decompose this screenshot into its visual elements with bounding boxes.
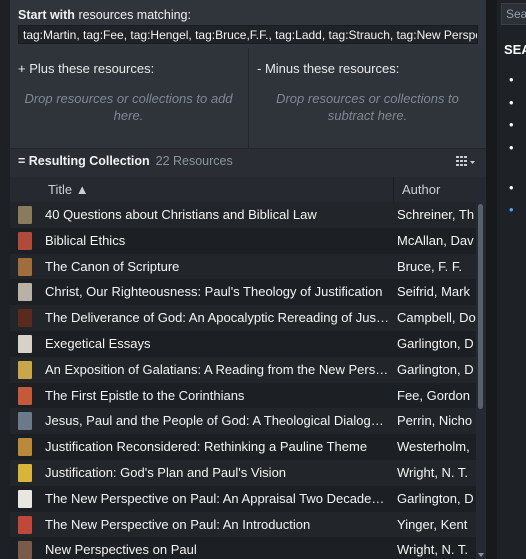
plus-drop-hint: Drop resources or collections to add her… xyxy=(24,91,233,123)
row-title: Jesus, Paul and the People of God: A The… xyxy=(45,413,390,429)
title-column-header[interactable]: Title ▲ xyxy=(48,182,89,197)
book-cover-thumbnail xyxy=(18,412,32,431)
table-row[interactable]: New Perspectives on Paul Wright, N. T. xyxy=(10,537,476,559)
search-input[interactable]: Sear xyxy=(501,3,526,25)
row-title: Exegetical Essays xyxy=(45,336,151,351)
table-header: Title ▲ Author xyxy=(10,177,486,203)
book-cover-thumbnail xyxy=(18,541,32,559)
row-author: McAllan, Dav xyxy=(397,232,474,248)
table-row[interactable]: Justification Reconsidered: Rethinking a… xyxy=(10,434,476,461)
row-title: New Perspectives on Paul xyxy=(45,542,197,558)
author-column-header[interactable]: Author xyxy=(393,177,440,202)
search-heading: SEA xyxy=(504,42,526,57)
row-author: Garlington, D xyxy=(397,490,474,506)
table-row[interactable]: An Exposition of Galatians: A Reading fr… xyxy=(10,356,476,383)
book-cover-thumbnail xyxy=(18,438,32,457)
table-row[interactable]: Jesus, Paul and the People of God: A The… xyxy=(10,408,476,435)
book-cover-thumbnail xyxy=(18,283,32,302)
row-author: Fee, Gordon xyxy=(397,387,470,403)
scroll-down-arrow-icon[interactable] xyxy=(478,553,484,557)
search-result-bullet: • xyxy=(509,140,514,155)
scrollbar-thumb[interactable] xyxy=(478,204,483,409)
start-with-section: Start with resources matching: tag:Marti… xyxy=(10,0,486,48)
table-row[interactable]: Exegetical Essays Garlington, D xyxy=(10,331,476,357)
column-chooser-icon[interactable] xyxy=(454,154,478,170)
book-cover-thumbnail xyxy=(18,206,32,224)
book-cover-thumbnail xyxy=(18,489,32,508)
search-result-bullet: • xyxy=(509,117,514,132)
row-author: Garlington, D xyxy=(397,336,474,351)
row-title: The Deliverance of God: An Apocalyptic R… xyxy=(45,310,390,326)
minus-drop-hint: Drop resources or collections to subtrac… xyxy=(276,91,459,123)
search-result-bullet: • xyxy=(509,180,514,195)
row-author: Campbell, Do xyxy=(397,310,476,326)
row-title: The First Epistle to the Corinthians xyxy=(45,387,245,403)
collection-panel: Start with resources matching: tag:Marti… xyxy=(10,0,486,559)
book-cover-thumbnail xyxy=(18,257,32,276)
table-row[interactable]: Biblical Ethics McAllan, Dav xyxy=(10,227,476,254)
row-author: Seifrid, Mark xyxy=(397,284,470,300)
table-row[interactable]: The New Perspective on Paul: An Introduc… xyxy=(10,511,476,538)
row-title: The Canon of Scripture xyxy=(45,258,180,274)
resource-count: 22 Resources xyxy=(155,154,233,168)
resulting-collection-bar: = Resulting Collection 22 Resources xyxy=(10,148,486,177)
row-author: Wright, N. T. xyxy=(397,465,469,480)
book-cover-thumbnail xyxy=(18,515,32,534)
row-title: Biblical Ethics xyxy=(45,232,126,248)
row-title: An Exposition of Galatians: A Reading fr… xyxy=(45,361,390,377)
row-author: Perrin, Nicho xyxy=(397,413,473,429)
table-row[interactable]: The Deliverance of God: An Apocalyptic R… xyxy=(10,305,476,332)
resource-list: 40 Questions about Christians and Biblic… xyxy=(10,202,476,559)
row-author: Westerholm, xyxy=(397,439,470,455)
plus-drop-zone[interactable]: + Plus these resources: Drop resources o… xyxy=(10,48,247,148)
search-result-bullet: • xyxy=(509,95,514,110)
resulting-collection-label: = Resulting Collection 22 Resources xyxy=(18,154,233,168)
row-author: Garlington, D xyxy=(397,361,474,377)
table-row[interactable]: Justification: God's Plan and Paul's Vis… xyxy=(10,460,476,486)
search-result-bullet: • xyxy=(509,72,514,87)
row-author: Bruce, F. F. xyxy=(397,258,463,274)
plus-minus-section: + Plus these resources: Drop resources o… xyxy=(10,48,486,148)
start-with-label: Start with resources matching: xyxy=(18,8,191,22)
table-row[interactable]: The First Epistle to the Corinthians Fee,… xyxy=(10,382,476,409)
book-cover-thumbnail xyxy=(18,231,32,250)
row-title: Justification Reconsidered: Rethinking a… xyxy=(45,439,368,455)
book-cover-thumbnail xyxy=(18,335,32,353)
row-title: Justification: God's Plan and Paul's Vis… xyxy=(45,465,287,480)
minus-title: - Minus these resources: xyxy=(257,61,400,76)
search-panel: Sear SEA • • • • • • xyxy=(497,0,526,559)
panel-divider[interactable] xyxy=(486,0,497,559)
row-author: Wright, N. T. xyxy=(397,542,469,558)
table-row[interactable]: The New Perspective on Paul: An Appraisa… xyxy=(10,485,476,512)
minus-drop-zone[interactable]: - Minus these resources: Drop resources … xyxy=(248,48,486,148)
vertical-scrollbar[interactable] xyxy=(476,202,486,559)
rule-query-input[interactable]: tag:Martin, tag:Fee, tag:Hengel, tag:Bru… xyxy=(18,25,478,44)
table-row[interactable]: The Canon of Scripture Bruce, F. F. xyxy=(10,253,476,280)
table-row[interactable]: Christ, Our Righteousness: Paul's Theolo… xyxy=(10,279,476,306)
plus-title: + Plus these resources: xyxy=(18,61,155,76)
search-result-bullet: • xyxy=(509,202,514,217)
table-row[interactable]: 40 Questions about Christians and Biblic… xyxy=(10,202,476,228)
book-cover-thumbnail xyxy=(18,386,32,405)
book-cover-thumbnail xyxy=(18,309,32,328)
row-title: The New Perspective on Paul: An Appraisa… xyxy=(45,490,390,506)
row-title: 40 Questions about Christians and Biblic… xyxy=(45,207,317,222)
row-author: Schreiner, Th xyxy=(397,207,475,222)
row-author: Yinger, Kent xyxy=(397,516,468,532)
row-title: The New Perspective on Paul: An Introduc… xyxy=(45,516,311,532)
book-cover-thumbnail xyxy=(18,360,32,379)
row-title: Christ, Our Righteousness: Paul's Theolo… xyxy=(45,284,383,300)
book-cover-thumbnail xyxy=(18,464,32,482)
